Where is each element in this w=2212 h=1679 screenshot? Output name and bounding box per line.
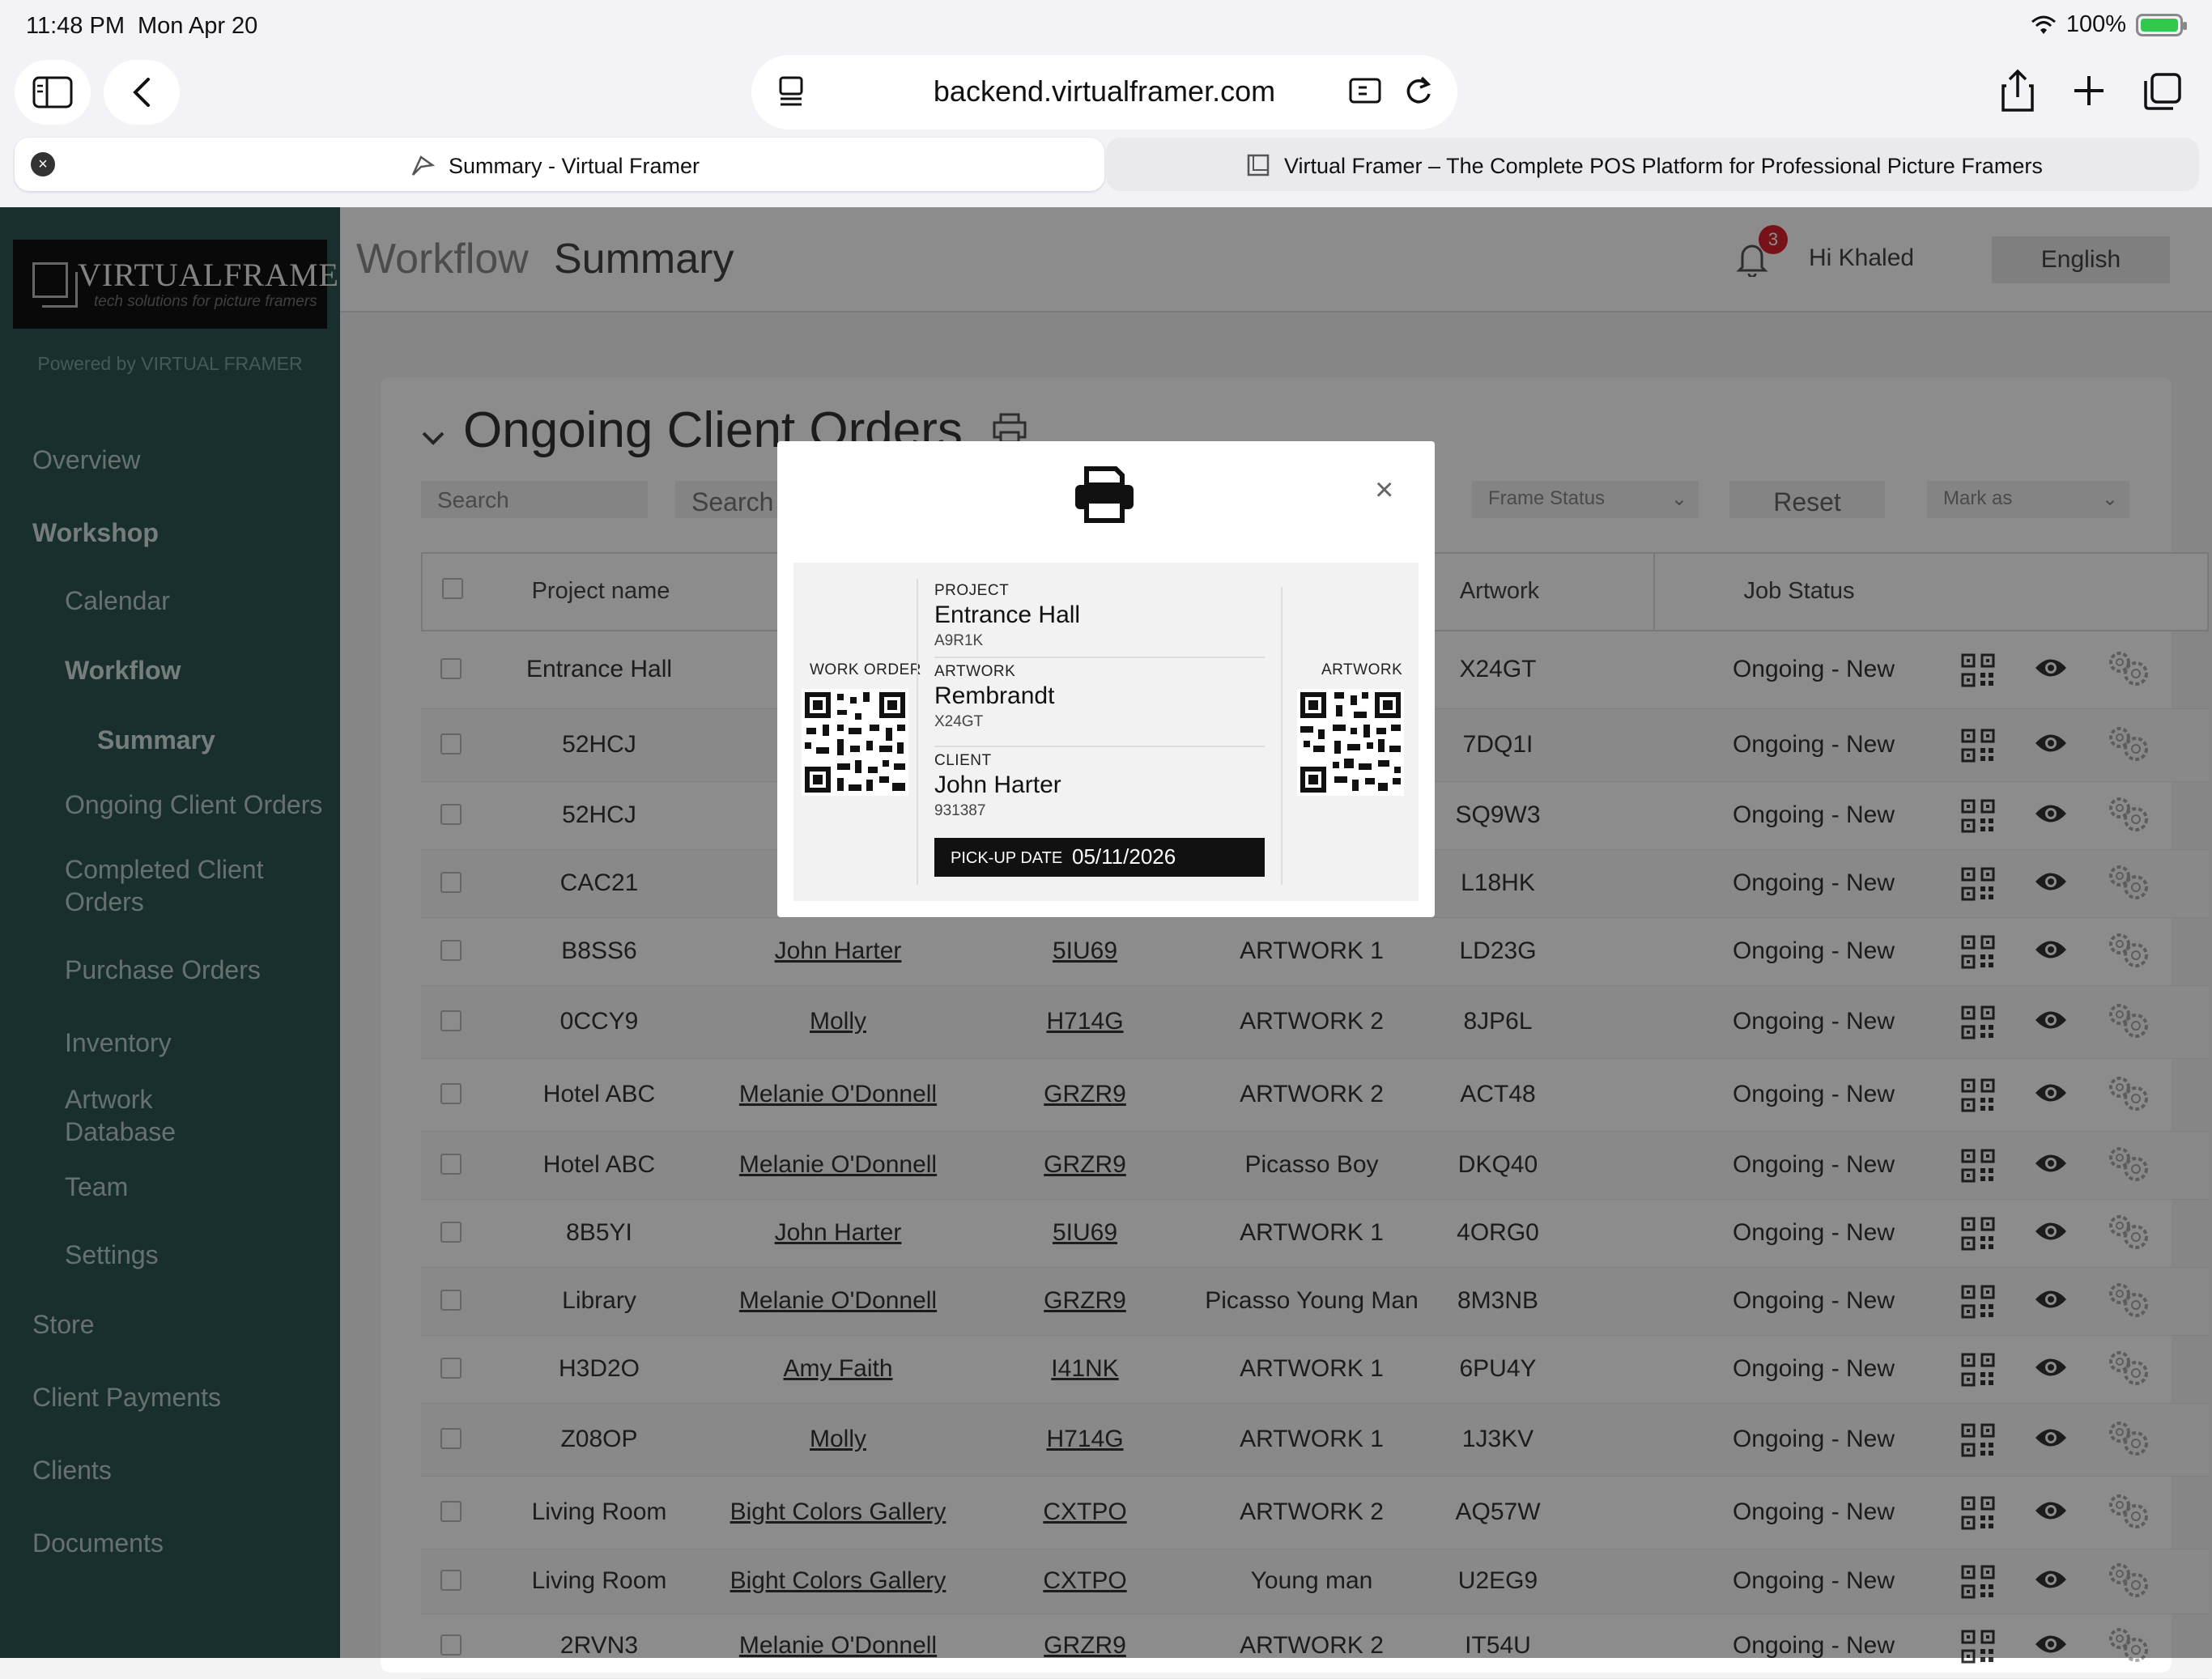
client-caption: CLIENT (934, 752, 992, 769)
modal-backdrop[interactable] (0, 207, 2212, 1658)
tab-strip: × Summary - Virtual Framer Virtual Frame… (0, 133, 2212, 207)
printer-icon[interactable] (1072, 465, 1137, 524)
favicon-icon (411, 155, 436, 176)
tab-title: Virtual Framer – The Complete POS Platfo… (1284, 154, 2043, 178)
qr-code-icon (802, 689, 908, 796)
pickup-date: 05/11/2026 (1072, 844, 1176, 869)
qr-code-icon (1297, 689, 1404, 796)
project-name: Entrance Hall (934, 601, 1081, 628)
pickup-date-bar: PICK-UP DATE 05/11/2026 (934, 838, 1265, 877)
client-name: John Harter (934, 771, 1061, 798)
page-icon (1247, 154, 1270, 176)
reload-icon[interactable] (1402, 73, 1435, 108)
wifi-icon (2031, 15, 2056, 34)
project-caption: PROJECT (934, 582, 1010, 599)
reader-icon[interactable] (1347, 73, 1385, 108)
chevron-left-icon (133, 78, 150, 107)
label-print-modal: × WORK ORDER PROJECT Entrance Hall A9R1K… (777, 441, 1435, 917)
project-code: A9R1K (934, 632, 984, 649)
pickup-caption: PICK-UP DATE (951, 849, 1063, 867)
artwork-code: X24GT (934, 713, 984, 730)
tab-virtual-framer[interactable]: Virtual Framer – The Complete POS Platfo… (1106, 138, 2199, 191)
tab-title: Summary - Virtual Framer (449, 154, 700, 178)
status-date: Mon Apr 20 (138, 13, 258, 39)
battery-icon (2136, 13, 2187, 36)
browser-toolbar: backend.virtualframer.com (0, 52, 2212, 133)
sidebar-toggle-button[interactable] (15, 60, 91, 125)
artwork-name: Rembrandt (934, 682, 1055, 709)
new-tab-icon[interactable] (2071, 68, 2107, 113)
sidebar-icon (32, 76, 73, 108)
work-order-caption: WORK ORDER (810, 661, 921, 678)
close-icon[interactable]: × (1375, 474, 1393, 506)
artwork-caption: ARTWORK (934, 663, 1016, 680)
back-button[interactable] (104, 60, 180, 125)
address-bar[interactable]: backend.virtualframer.com (751, 55, 1457, 130)
close-icon[interactable]: × (31, 152, 55, 176)
status-time: 11:48 PM (26, 13, 125, 39)
client-code: 931387 (934, 802, 986, 819)
tabs-overview-icon[interactable] (2141, 68, 2183, 113)
status-bar: 11:48 PM Mon Apr 20 100% (0, 0, 2212, 52)
share-icon[interactable] (2000, 68, 2035, 113)
artwork-qr-caption: ARTWORK (1321, 661, 1403, 678)
work-order-label: WORK ORDER PROJECT Entrance Hall A9R1K A… (793, 563, 1419, 901)
battery-percent: 100% (2065, 11, 2126, 37)
tab-summary[interactable]: × Summary - Virtual Framer (15, 138, 1104, 191)
